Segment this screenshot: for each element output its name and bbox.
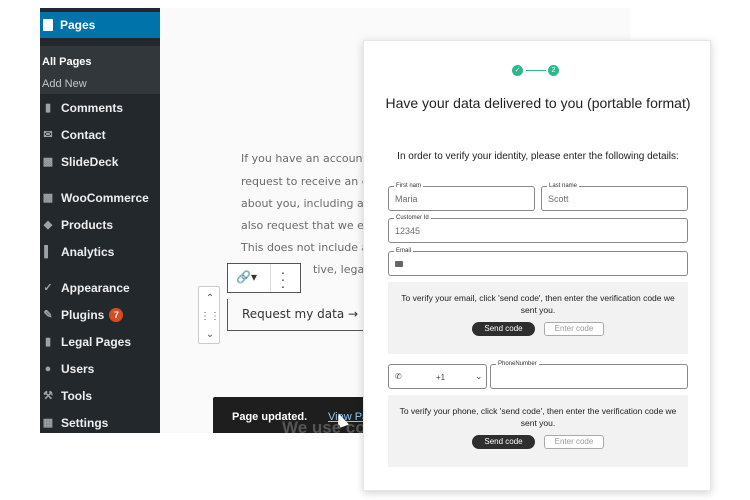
email-code-input[interactable]: Enter code bbox=[544, 322, 604, 336]
admin-sidebar: Pages All Pages Add New ▮ Comments ✉ Con… bbox=[40, 8, 166, 433]
field-label: First nam bbox=[394, 182, 424, 190]
pages-icon bbox=[43, 19, 53, 31]
screenshot-stage: Pages All Pages Add New ▮ Comments ✉ Con… bbox=[0, 0, 750, 500]
sidebar-item-label: Tools bbox=[61, 389, 93, 403]
sidebar-item-tools[interactable]: ⚒ Tools bbox=[40, 385, 160, 407]
comments-icon: ▮ bbox=[44, 102, 52, 114]
sidebar-item-users[interactable]: ● Users bbox=[40, 358, 160, 380]
sidebar-item-slidedeck[interactable]: ▩ SlideDeck bbox=[40, 151, 160, 173]
sidebar-item-label: Analytics bbox=[61, 245, 115, 259]
drag-handle-icon[interactable]: ⋮⋮ bbox=[199, 311, 221, 322]
sidebar-item-woocommerce[interactable]: ▩ WooCommerce bbox=[40, 187, 160, 209]
sidebar-item-label: Products bbox=[61, 218, 114, 232]
pages-submenu: All Pages Add New bbox=[40, 46, 160, 94]
block-toolbar: 🔗▾ · · · bbox=[227, 263, 301, 293]
sidebar-item-label: Pages bbox=[60, 18, 96, 32]
phone-code-input[interactable]: Enter code bbox=[544, 435, 604, 449]
sidebar-item-settings[interactable]: ▦ Settings bbox=[40, 412, 160, 433]
sidebar-item-appearance[interactable]: ✓ Appearance bbox=[40, 277, 160, 299]
settings-icon: ▦ bbox=[42, 417, 54, 429]
appearance-icon: ✓ bbox=[43, 282, 53, 294]
step-indicator: ✓ 2 bbox=[512, 65, 562, 77]
legal-pages-icon: ▮ bbox=[44, 336, 52, 348]
move-down-icon[interactable]: ⌄ bbox=[199, 329, 221, 340]
paragraph-line: about you, including a bbox=[241, 197, 364, 210]
send-code-button-phone[interactable]: Send code bbox=[472, 435, 535, 449]
plugins-update-badge: 7 bbox=[109, 308, 124, 322]
submenu-all-pages[interactable]: All Pages bbox=[42, 56, 92, 68]
plugins-icon: ✎ bbox=[43, 309, 53, 321]
email-field[interactable]: Email bbox=[388, 247, 688, 276]
sidebar-item-products[interactable]: ◆ Products bbox=[40, 214, 160, 236]
data-request-form: ✓ 2 Have your data delivered to you (por… bbox=[363, 40, 711, 491]
submenu-add-new[interactable]: Add New bbox=[42, 78, 87, 90]
sidebar-item-legal-pages[interactable]: ▮ Legal Pages bbox=[40, 331, 160, 353]
toolbar-divider bbox=[270, 264, 271, 292]
email-verification-text: To verify your email, click 'send code',… bbox=[401, 293, 675, 315]
sidebar-item-plugins[interactable]: ✎ Plugins 7 bbox=[40, 304, 160, 326]
field-label: Customer Id bbox=[394, 214, 431, 222]
first-name-field[interactable]: First nam Maria bbox=[388, 182, 535, 211]
sidebar-item-label: SlideDeck bbox=[61, 155, 119, 169]
sidebar-item-label: Settings bbox=[61, 416, 109, 430]
field-value: Scott bbox=[548, 194, 569, 204]
analytics-icon: ▌ bbox=[44, 246, 52, 258]
paragraph-line: If you have an account bbox=[241, 152, 367, 165]
phone-verification-text: To verify your phone, click 'send code',… bbox=[399, 406, 677, 428]
sidebar-item-label: Appearance bbox=[61, 281, 130, 295]
chevron-down-icon: ⌄ bbox=[475, 371, 483, 381]
paragraph-line: also request that we e bbox=[241, 219, 364, 232]
sidebar-item-label: Users bbox=[61, 362, 95, 376]
phone-number-field[interactable]: PhoneNumber bbox=[490, 360, 688, 389]
field-label: PhoneNumber bbox=[496, 360, 539, 368]
block-mover: ⌃ ⋮⋮ ⌄ bbox=[198, 286, 220, 344]
last-name-field[interactable]: Last name Scott bbox=[541, 182, 688, 211]
sidebar-item-label: Legal Pages bbox=[61, 335, 132, 349]
step-current: 2 bbox=[548, 65, 559, 76]
mail-icon: ✉ bbox=[43, 129, 53, 141]
send-code-button-email[interactable]: Send code bbox=[472, 322, 535, 336]
sidebar-item-contact[interactable]: ✉ Contact bbox=[40, 124, 160, 146]
field-value: 12345 bbox=[395, 226, 421, 236]
country-code: +1 bbox=[436, 373, 446, 382]
tools-icon: ⚒ bbox=[43, 390, 53, 402]
email-verification-box: To verify your email, click 'send code',… bbox=[388, 282, 688, 354]
field-label: Last name bbox=[547, 182, 580, 190]
sidebar-item-label: WooCommerce bbox=[61, 191, 149, 205]
slidedeck-icon: ▩ bbox=[42, 156, 54, 168]
woocommerce-icon: ▩ bbox=[42, 192, 54, 204]
phone-country-select[interactable]: ✆ +1 ⌄ bbox=[388, 364, 487, 389]
sidebar-item-label: Plugins bbox=[61, 308, 105, 322]
customer-id-field[interactable]: Customer Id 12345 bbox=[388, 214, 688, 243]
sidebar-item-comments[interactable]: ▮ Comments bbox=[40, 97, 160, 119]
sidebar-item-analytics[interactable]: ▌ Analytics bbox=[40, 241, 160, 263]
sidebar-item-pages[interactable]: Pages bbox=[40, 12, 166, 38]
sidebar-item-label: Contact bbox=[61, 128, 106, 142]
step-connector bbox=[526, 70, 546, 71]
step-done-icon: ✓ bbox=[512, 65, 523, 76]
form-title: Have your data delivered to you (portabl… bbox=[385, 95, 691, 111]
form-intro: In order to verify your identity, please… bbox=[397, 151, 679, 162]
phone-verification-box: To verify your phone, click 'send code',… bbox=[388, 395, 688, 467]
sidebar-item-label: Comments bbox=[61, 101, 124, 115]
users-icon: ● bbox=[44, 363, 52, 375]
link-icon[interactable]: 🔗▾ bbox=[236, 270, 257, 284]
field-value: Maria bbox=[395, 194, 418, 204]
request-data-label: Request my data → bbox=[242, 307, 359, 321]
paragraph-line: request to receive an e bbox=[241, 175, 369, 188]
field-label: Email bbox=[394, 247, 414, 255]
more-options-icon[interactable]: · · · bbox=[280, 265, 286, 293]
move-up-icon[interactable]: ⌃ bbox=[199, 293, 221, 304]
phone-icon: ✆ bbox=[395, 372, 402, 381]
products-icon: ◆ bbox=[43, 219, 53, 231]
mail-icon bbox=[395, 261, 403, 267]
paragraph-line: This does not include a bbox=[241, 241, 369, 254]
